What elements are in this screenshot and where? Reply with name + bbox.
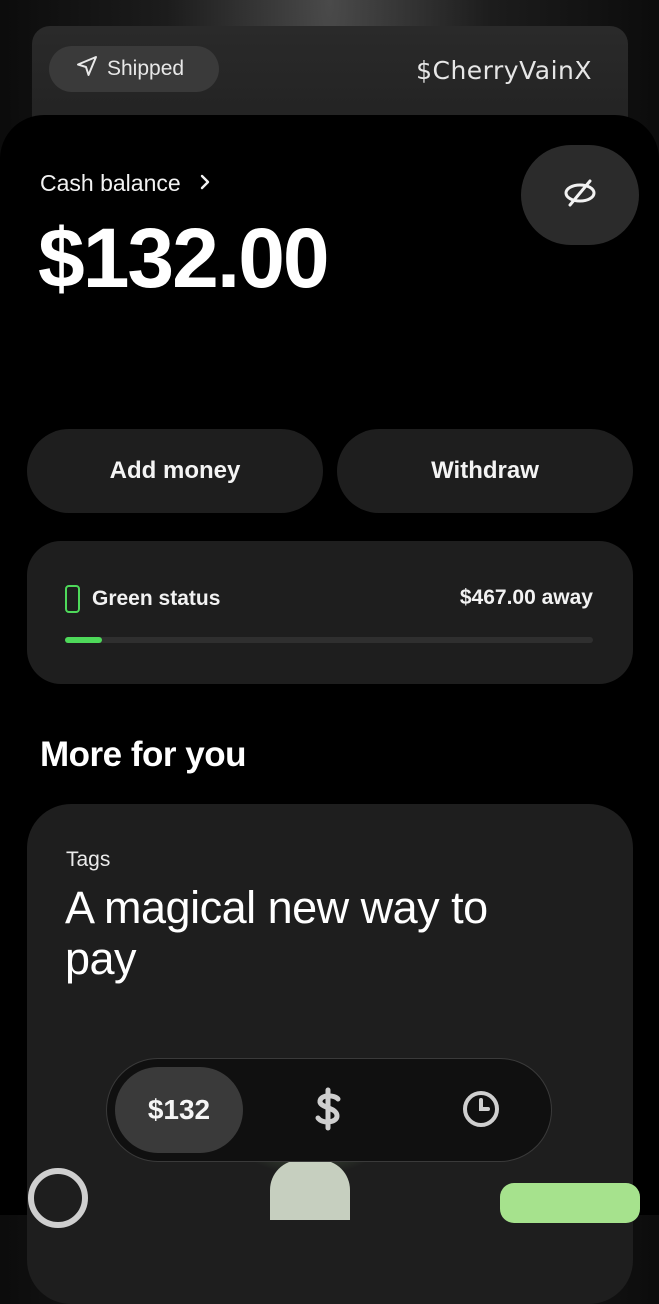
hide-balance-button[interactable] bbox=[521, 145, 639, 245]
more-for-you-heading: More for you bbox=[40, 735, 246, 774]
green-status-card[interactable]: Green status $467.00 away bbox=[27, 541, 633, 684]
shipped-label: Shipped bbox=[107, 57, 185, 80]
status-progress-fill bbox=[65, 637, 102, 643]
main-card: Cash balance $132.00 Add money Withdraw … bbox=[0, 115, 659, 1304]
withdraw-button[interactable]: Withdraw bbox=[337, 429, 633, 513]
green-status-title: Green status bbox=[65, 585, 220, 613]
balance-tab[interactable]: $132 bbox=[115, 1067, 243, 1153]
status-progress-track bbox=[65, 637, 593, 643]
shipped-button[interactable]: Shipped bbox=[49, 46, 219, 92]
cash-balance-value: $132.00 bbox=[38, 211, 330, 305]
bottom-floating-bar: $132 bbox=[106, 1058, 552, 1162]
cashtag[interactable]: $CherryVainX bbox=[416, 56, 592, 85]
tag-charm-image bbox=[270, 1160, 350, 1220]
eye-off-icon bbox=[562, 175, 598, 216]
cash-balance-link[interactable]: Cash balance bbox=[40, 170, 211, 197]
promo-headline: A magical new way to pay bbox=[65, 882, 488, 984]
promo-kicker: Tags bbox=[66, 848, 111, 871]
dollar-icon[interactable] bbox=[298, 1079, 358, 1139]
add-money-button[interactable]: Add money bbox=[27, 429, 323, 513]
green-status-label: Green status bbox=[92, 587, 221, 610]
clock-icon[interactable] bbox=[451, 1079, 511, 1139]
keyring-image bbox=[28, 1168, 88, 1228]
tags-promo-card[interactable]: Tags A magical new way to pay bbox=[27, 804, 633, 1304]
status-remaining: $467.00 away bbox=[459, 586, 593, 609]
status-badge-icon bbox=[65, 585, 80, 613]
green-card-image bbox=[500, 1183, 640, 1223]
send-arrow-icon bbox=[75, 54, 99, 84]
cash-balance-label: Cash balance bbox=[40, 170, 181, 196]
chevron-right-icon bbox=[199, 170, 211, 197]
